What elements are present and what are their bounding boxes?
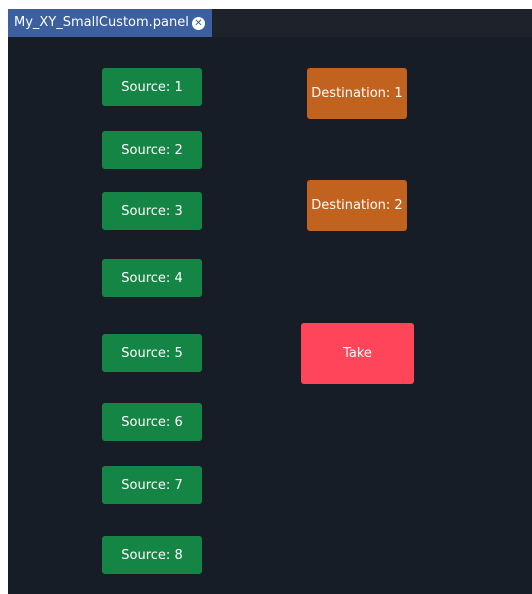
source-label: Source: 8 <box>121 547 183 563</box>
tab-my-xy-smallcustom[interactable]: My_XY_SmallCustom.panel ✕ <box>8 9 212 37</box>
destination-label: Destination: 1 <box>311 86 403 101</box>
destination-label: Destination: 2 <box>311 198 403 213</box>
source-button-5[interactable]: Source: 5 <box>102 334 202 372</box>
destination-button-2[interactable]: Destination: 2 <box>307 180 407 231</box>
source-button-2[interactable]: Source: 2 <box>102 131 202 169</box>
xy-panel <box>8 37 532 594</box>
close-icon[interactable]: ✕ <box>192 17 205 30</box>
source-label: Source: 3 <box>121 203 183 219</box>
source-label: Source: 4 <box>121 270 183 286</box>
source-button-8[interactable]: Source: 8 <box>102 536 202 574</box>
source-button-3[interactable]: Source: 3 <box>102 192 202 230</box>
panel-window: My_XY_SmallCustom.panel ✕ Source: 1 Sour… <box>0 0 532 594</box>
source-label: Source: 5 <box>121 345 183 361</box>
source-label: Source: 6 <box>121 414 183 430</box>
take-label: Take <box>343 346 372 361</box>
source-label: Source: 2 <box>121 142 183 158</box>
source-label: Source: 7 <box>121 477 183 493</box>
source-button-4[interactable]: Source: 4 <box>102 259 202 297</box>
source-button-1[interactable]: Source: 1 <box>102 68 202 106</box>
destination-button-1[interactable]: Destination: 1 <box>307 68 407 119</box>
source-button-7[interactable]: Source: 7 <box>102 466 202 504</box>
source-button-6[interactable]: Source: 6 <box>102 403 202 441</box>
take-button[interactable]: Take <box>301 323 414 384</box>
source-label: Source: 1 <box>121 79 183 95</box>
tab-title: My_XY_SmallCustom.panel <box>14 15 189 30</box>
